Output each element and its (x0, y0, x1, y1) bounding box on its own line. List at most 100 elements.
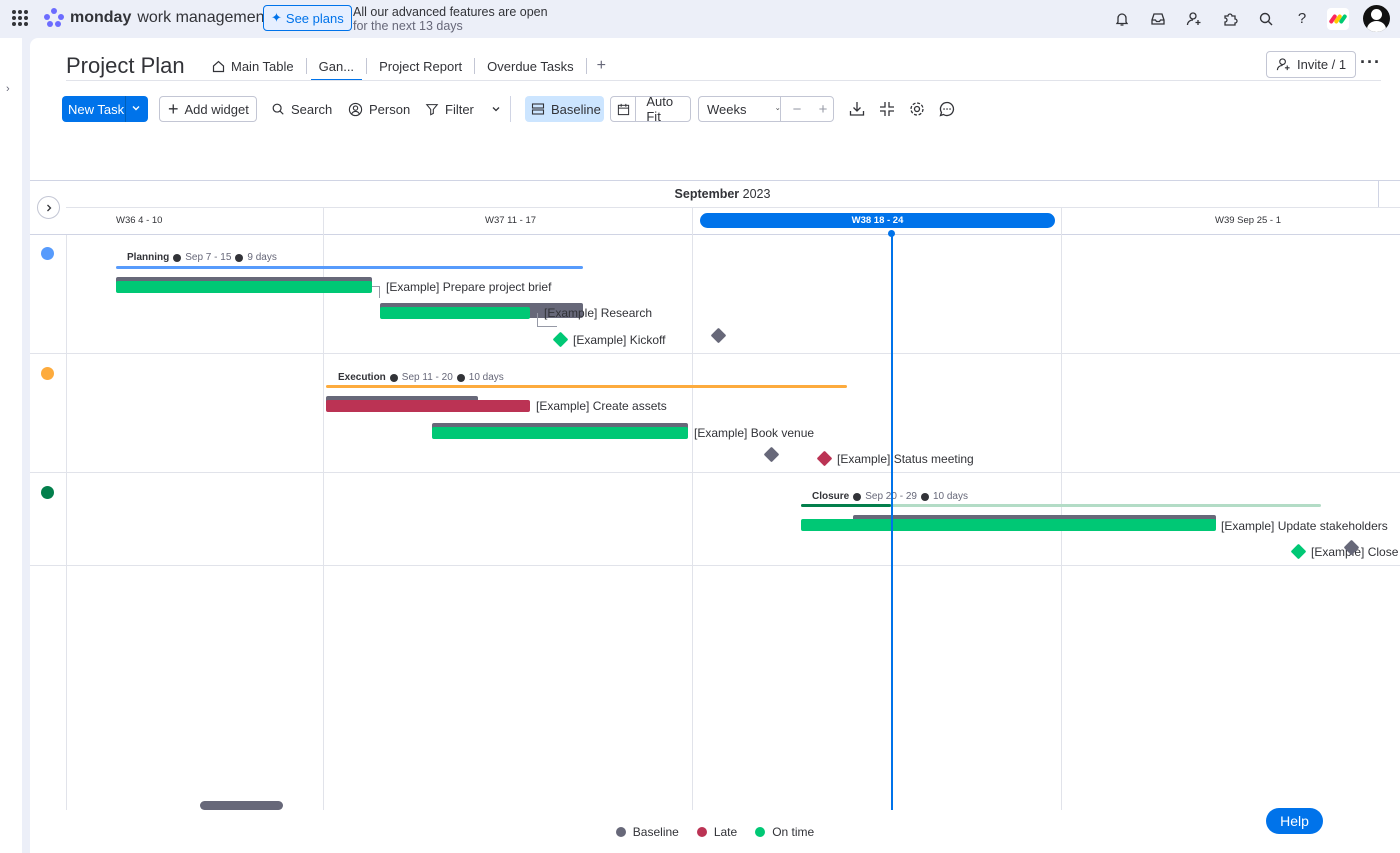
expand-groups-button[interactable] (37, 196, 60, 219)
horizontal-scrollbar[interactable] (200, 801, 283, 810)
legend-item-on-time: On time (755, 825, 814, 839)
add-widget-button[interactable]: + Add widget (159, 96, 257, 122)
inbox-icon[interactable] (1147, 6, 1169, 32)
today-marker-dot (888, 230, 895, 237)
tab-gantt-label: Gan... (318, 58, 355, 74)
scale-selector[interactable]: Weeks − + (698, 96, 834, 122)
tab-overdue-tasks[interactable]: Overdue Tasks (475, 52, 585, 80)
help-question-icon[interactable]: ? (1291, 6, 1313, 32)
gantt-header-mid-border (66, 207, 1400, 208)
tab-main-table[interactable]: Main Table (200, 52, 306, 80)
monday-product-icon[interactable] (1327, 7, 1349, 30)
milestone-marker[interactable] (552, 331, 569, 348)
add-widget-label: Add widget (184, 101, 249, 117)
on-time-swatch (755, 826, 766, 837)
invite-icon (1276, 58, 1290, 71)
add-view-button[interactable]: + (587, 57, 616, 75)
chevron-down-icon[interactable] (490, 103, 502, 115)
dot-separator (235, 253, 244, 262)
month-year: 2023 (742, 187, 771, 201)
bell-icon[interactable] (1111, 6, 1133, 32)
week-label: W36 4 - 10 (116, 215, 163, 226)
task-bar[interactable] (380, 307, 530, 319)
task-label[interactable]: [Example] Research (544, 306, 652, 320)
today-marker-line (891, 234, 893, 814)
task-bar[interactable] (801, 519, 1216, 531)
invite-member-icon[interactable] (1183, 6, 1205, 32)
milestone-marker[interactable] (1290, 543, 1307, 560)
tab-gantt[interactable]: Gan... (307, 52, 366, 81)
group-duration: 10 days (932, 491, 968, 502)
task-bar[interactable] (432, 427, 688, 439)
current-week-label[interactable]: W38 18 - 24 (700, 213, 1055, 228)
chevron-right-icon[interactable]: › (6, 83, 10, 95)
fullscreen-collapse-icon[interactable] (878, 100, 896, 118)
chevron-down-icon[interactable] (130, 102, 142, 114)
see-plans-button[interactable]: ✦ See plans (263, 5, 352, 31)
gear-icon[interactable] (908, 100, 926, 118)
group-color-dot[interactable] (41, 486, 54, 499)
new-task-button[interactable]: New Task (62, 96, 148, 122)
week-label: W37 11 - 17 (485, 215, 537, 226)
help-button[interactable]: Help (1266, 808, 1323, 834)
task-label[interactable]: [Example] Status meeting (837, 452, 974, 466)
scale-dropdown[interactable]: Weeks (699, 97, 781, 121)
avatar[interactable] (1363, 5, 1390, 32)
task-label[interactable]: [Example] Kickoff (573, 333, 665, 347)
more-options-icon[interactable]: ··· (1360, 52, 1381, 73)
baseline-toggle[interactable]: Baseline (525, 96, 604, 122)
group-color-dot[interactable] (41, 247, 54, 260)
task-label[interactable]: [Example] Prepare project brief (386, 280, 551, 294)
search-button[interactable]: Search (271, 96, 332, 122)
zoom-out-button[interactable]: − (787, 101, 807, 118)
invite-button[interactable]: Invite / 1 (1266, 51, 1357, 78)
group-name: Execution (338, 372, 386, 383)
task-label[interactable]: [Example] Book venue (694, 426, 814, 440)
person-label: Person (369, 101, 411, 117)
zoom-in-button[interactable]: + (813, 101, 833, 118)
legend-item-baseline: Baseline (615, 825, 679, 839)
filter-button[interactable]: Filter (425, 96, 502, 122)
chevron-down-icon (775, 108, 779, 111)
group-summary-planning[interactable]: Planning Sep 7 - 15 9 days (127, 252, 277, 263)
group-row-divider (30, 472, 1400, 473)
filter-icon (425, 104, 439, 116)
late-swatch (696, 826, 707, 837)
group-timeline-execution[interactable] (326, 385, 847, 388)
task-bar[interactable] (116, 281, 372, 293)
new-task-label: New Task (68, 101, 125, 117)
scale-value: Weeks (707, 101, 747, 117)
person-filter-button[interactable]: Person (348, 96, 410, 122)
comment-icon[interactable] (938, 100, 956, 118)
top-icons: ? (1111, 5, 1390, 32)
task-bar[interactable] (326, 400, 530, 412)
group-timeline-planning[interactable] (116, 266, 583, 269)
task-label[interactable]: [Example] Update stakeholders (1221, 519, 1388, 533)
month-name: September (674, 187, 740, 201)
group-summary-execution[interactable]: Execution Sep 11 - 20 10 days (338, 372, 504, 383)
baseline-icon (531, 103, 545, 115)
task-label[interactable]: [Example] Create assets (536, 399, 667, 413)
calendar-icon[interactable] (611, 97, 637, 121)
milestone-marker[interactable] (816, 450, 833, 467)
tab-project-report[interactable]: Project Report (367, 52, 474, 80)
group-timeline-closure-progress[interactable] (801, 504, 891, 507)
chevron-right-icon (46, 204, 51, 211)
search-icon[interactable] (1255, 6, 1277, 32)
auto-fit-button[interactable]: Auto Fit (610, 94, 691, 124)
monday-logo-icon (44, 8, 64, 28)
legend-label: On time (772, 824, 815, 839)
apps-puzzle-icon[interactable] (1219, 6, 1241, 32)
group-row-divider (30, 565, 1400, 566)
gantt-header-top-border (30, 180, 1400, 181)
page-title[interactable]: Project Plan (66, 53, 185, 79)
brand[interactable]: monday work management (44, 8, 269, 28)
split-divider (125, 96, 126, 122)
week-label: W39 Sep 25 - 1 (1215, 215, 1282, 226)
board-panel: Project Plan Main Table Gan... Project R… (30, 38, 1400, 853)
download-icon[interactable] (848, 100, 866, 118)
trial-line-2: for the next 13 days (353, 19, 463, 33)
group-summary-closure[interactable]: Closure Sep 20 - 29 10 days (812, 491, 968, 502)
apps-grid-icon[interactable] (12, 10, 28, 26)
group-color-dot[interactable] (41, 367, 54, 380)
